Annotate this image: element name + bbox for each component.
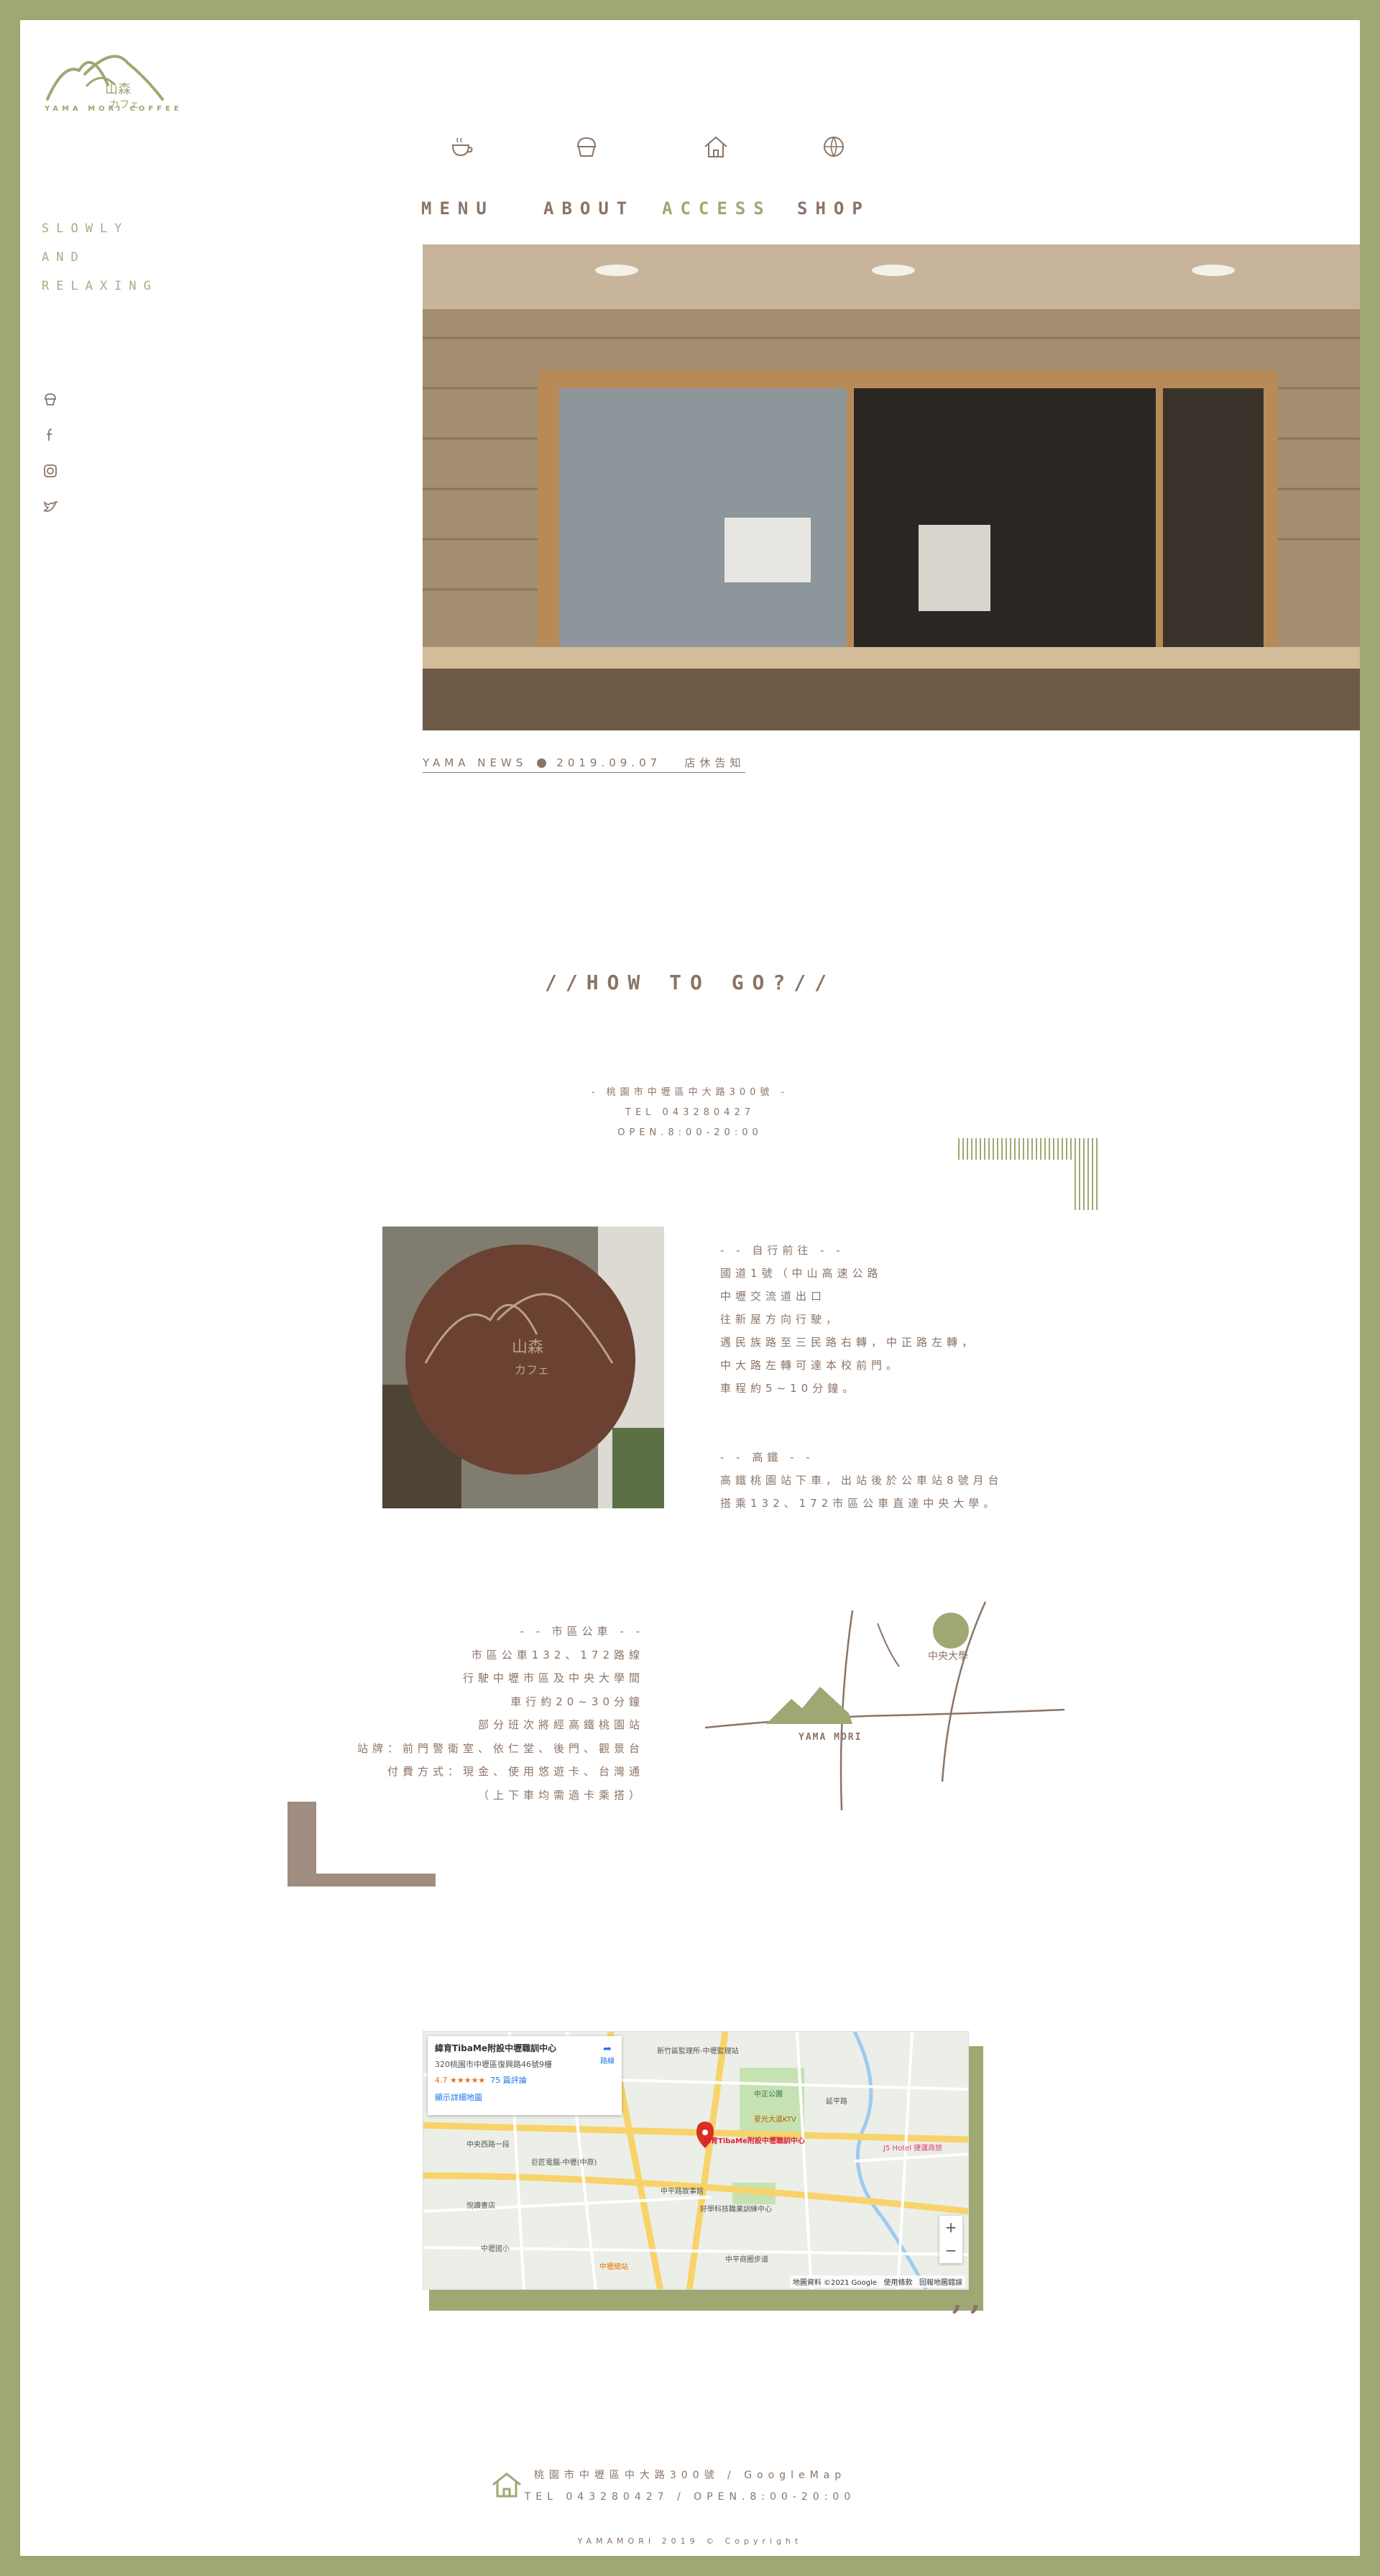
map-label: 中平商圈步道 — [725, 2255, 768, 2264]
map-report-link[interactable]: 回報地圖錯誤 — [919, 2279, 962, 2287]
map-label: 中平路故事館 — [661, 2186, 704, 2196]
self-drive-line: 中大路左轉可達本校前門。 — [720, 1359, 902, 1372]
bus-line: 行駛中壢市區及中央大學間 — [462, 1672, 644, 1685]
coffee-cup-icon[interactable] — [447, 132, 476, 161]
home-icon[interactable] — [702, 132, 730, 161]
self-drive-heading: - - 自行前往 - - — [720, 1244, 845, 1257]
self-drive-line: 往新屋方向行駛， — [720, 1313, 842, 1326]
zoom-in-button[interactable]: + — [939, 2216, 962, 2239]
news-date: 2019.09.07 — [556, 756, 662, 769]
place-rating: 4.7 ★★★★★ — [435, 2076, 486, 2085]
place-reviews-link[interactable]: 75 篇評論 — [490, 2076, 527, 2085]
bus-line: 站牌：前門警衛室、依仁堂、後門、觀景台 — [356, 1741, 644, 1755]
google-map-embed[interactable]: 中正公園 新竹區監理所-中壢監理站 中平路故事館 星光大道KTV 好學科技職業訓… — [423, 2031, 969, 2290]
self-drive-line: 中壢交流道出口 — [720, 1290, 827, 1303]
logo-subtitle: YAMA MORI COFFEE — [45, 105, 183, 113]
directions-bus: - - 市區公車 - - 市區公車132、172路線 行駛中壢市區及中央大學間 … — [293, 1620, 644, 1807]
storefront-hero-image — [423, 244, 1360, 730]
news-ticker[interactable]: YAMA NEWS 2019.09.07 店休告知 — [423, 755, 745, 773]
nav-about[interactable]: ABOUT — [543, 198, 635, 219]
hsr-heading: - - 高鐵 - - — [720, 1451, 814, 1464]
slogan: SLOWLY AND RELAXING — [42, 214, 158, 301]
news-title[interactable]: 店休告知 — [685, 756, 745, 769]
self-drive-line: 國道1號（中山高速公路 — [720, 1267, 883, 1280]
bus-line: 車行約20~30分鐘 — [510, 1695, 644, 1708]
hsr-line: 搭乘132、172市區公車直達中央大學。 — [720, 1497, 999, 1510]
map-label: 悅讀書店 — [466, 2201, 495, 2210]
twitter-icon[interactable] — [42, 498, 59, 515]
hsr-line: 高鐵桃園站下車，出站後於公車站8號月台 — [720, 1474, 1003, 1487]
zoom-out-button[interactable]: − — [939, 2239, 962, 2262]
page-frame: 山森 カフェ YAMA MORI COFFEE SLOWLY AND RELAX… — [20, 20, 1360, 2556]
map-label: 好學科技職業訓練中心 — [700, 2204, 772, 2214]
nav-shop[interactable]: SHOP — [797, 198, 870, 219]
self-drive-line: 遇民族路至三民路右轉，中正路左轉， — [720, 1336, 978, 1349]
footer-address[interactable]: 桃園市中壢區中大路300號 / GoogleMap — [20, 2465, 1360, 2486]
place-name: 緯育TibaMe附設中壢職訓中心 — [435, 2043, 557, 2053]
sketch-station-label: 中央大學 — [928, 1651, 968, 1662]
globe-icon[interactable] — [819, 132, 848, 161]
map-label: 巨匠電腦-中壢(中原) — [531, 2158, 597, 2167]
map-zoom-control: + − — [939, 2216, 962, 2263]
map-label: 新竹區監理所-中壢監理站 — [657, 2046, 739, 2055]
access-open: OPEN.8:00-20:00 — [617, 1127, 763, 1138]
l-shape-decoration — [288, 1802, 436, 1887]
cupcake-icon[interactable] — [42, 390, 59, 408]
bus-line: 部分班次將經高鐵桃園站 — [477, 1718, 644, 1731]
map-label: 中央西路一段 — [466, 2140, 510, 2149]
hand-drawn-route-sketch: 中央大學 YAMA MORI — [705, 1601, 1064, 1811]
map-label: 中正公園 — [754, 2089, 783, 2099]
nav-access[interactable]: ACCESS — [662, 198, 772, 219]
map-place-card: 緯育TibaMe附設中壢職訓中心 320桃園市中壢區復興路46號9樓 4.7 ★… — [428, 2036, 622, 2115]
access-tel: TEL 043280427 — [625, 1107, 755, 1118]
sign-kana: カフェ — [515, 1363, 549, 1377]
footer-tel-hours: TEL 043280427 / OPEN.8:00-20:00 — [524, 2491, 856, 2503]
slogan-line: SLOWLY — [42, 221, 129, 236]
stripe-decoration — [958, 1138, 1098, 1210]
closing-quote-mark: ’’ — [951, 2299, 988, 2336]
directions-button[interactable]: ➦ 路線 — [600, 2043, 615, 2066]
map-label: 中壢國小 — [481, 2244, 510, 2253]
bus-line: 付費方式：現金、使用悠遊卡、台灣通 — [387, 1765, 644, 1778]
map-label: 中壢總站 — [599, 2262, 628, 2271]
slogan-line: AND — [42, 250, 86, 265]
sign-kanji: 山森 — [512, 1339, 543, 1357]
access-heading: //HOW TO GO?// — [544, 971, 835, 994]
access-contact: - 桃園市中壢區中大路300號 - TEL 043280427 OPEN.8:0… — [20, 1083, 1360, 1143]
nav-menu[interactable]: MENU — [421, 198, 494, 219]
shop-sign-photo: 山森 カフェ — [382, 1227, 664, 1508]
larger-map-link[interactable]: 顯示詳細地圖 — [435, 2091, 615, 2103]
map-data-credit: 地圖資料 ©2021 Google — [792, 2279, 877, 2287]
bus-line: 市區公車132、172路線 — [471, 1648, 644, 1661]
news-bullet — [537, 758, 547, 768]
cupcake-icon[interactable] — [572, 132, 601, 161]
directions-drive-hsr: - - 自行前往 - - 國道1號（中山高速公路 中壢交流道出口 往新屋方向行駛… — [720, 1239, 1003, 1515]
map-label: J5 Hotel 捷運商旅 — [883, 2143, 942, 2153]
copyright: YAMAMORI 2019 © Copyright — [577, 2536, 803, 2546]
map-terms-link[interactable]: 使用條款 — [883, 2279, 912, 2287]
place-address: 320桃園市中壢區復興路46號9樓 — [435, 2060, 552, 2069]
map-label: 星光大道KTV — [754, 2114, 796, 2124]
map-attribution: 地圖資料 ©2021 Google 使用條款 回報地圖錯誤 — [789, 2275, 965, 2288]
directions-icon: ➦ — [603, 2043, 612, 2055]
directions-label: 路線 — [600, 2058, 615, 2066]
access-address: - 桃園市中壢區中大路300號 - — [591, 1087, 789, 1098]
map-pin-label[interactable]: 緯育TibaMe附設中壢職訓中心 — [704, 2137, 805, 2146]
slogan-line: RELAXING — [42, 279, 158, 293]
footer-contact: 桃園市中壢區中大路300號 / GoogleMap TEL 043280427 … — [20, 2465, 1360, 2508]
map-label: 延平路 — [826, 2096, 847, 2106]
instagram-icon[interactable] — [42, 462, 59, 480]
facebook-icon[interactable] — [42, 426, 59, 444]
self-drive-line: 車程約5~10分鐘。 — [720, 1382, 858, 1395]
news-label: YAMA NEWS — [423, 756, 528, 769]
sketch-shop-label: YAMA MORI — [799, 1732, 862, 1743]
bus-heading: - - 市區公車 - - — [520, 1625, 644, 1638]
logo-kanji: 山森 — [105, 82, 131, 97]
